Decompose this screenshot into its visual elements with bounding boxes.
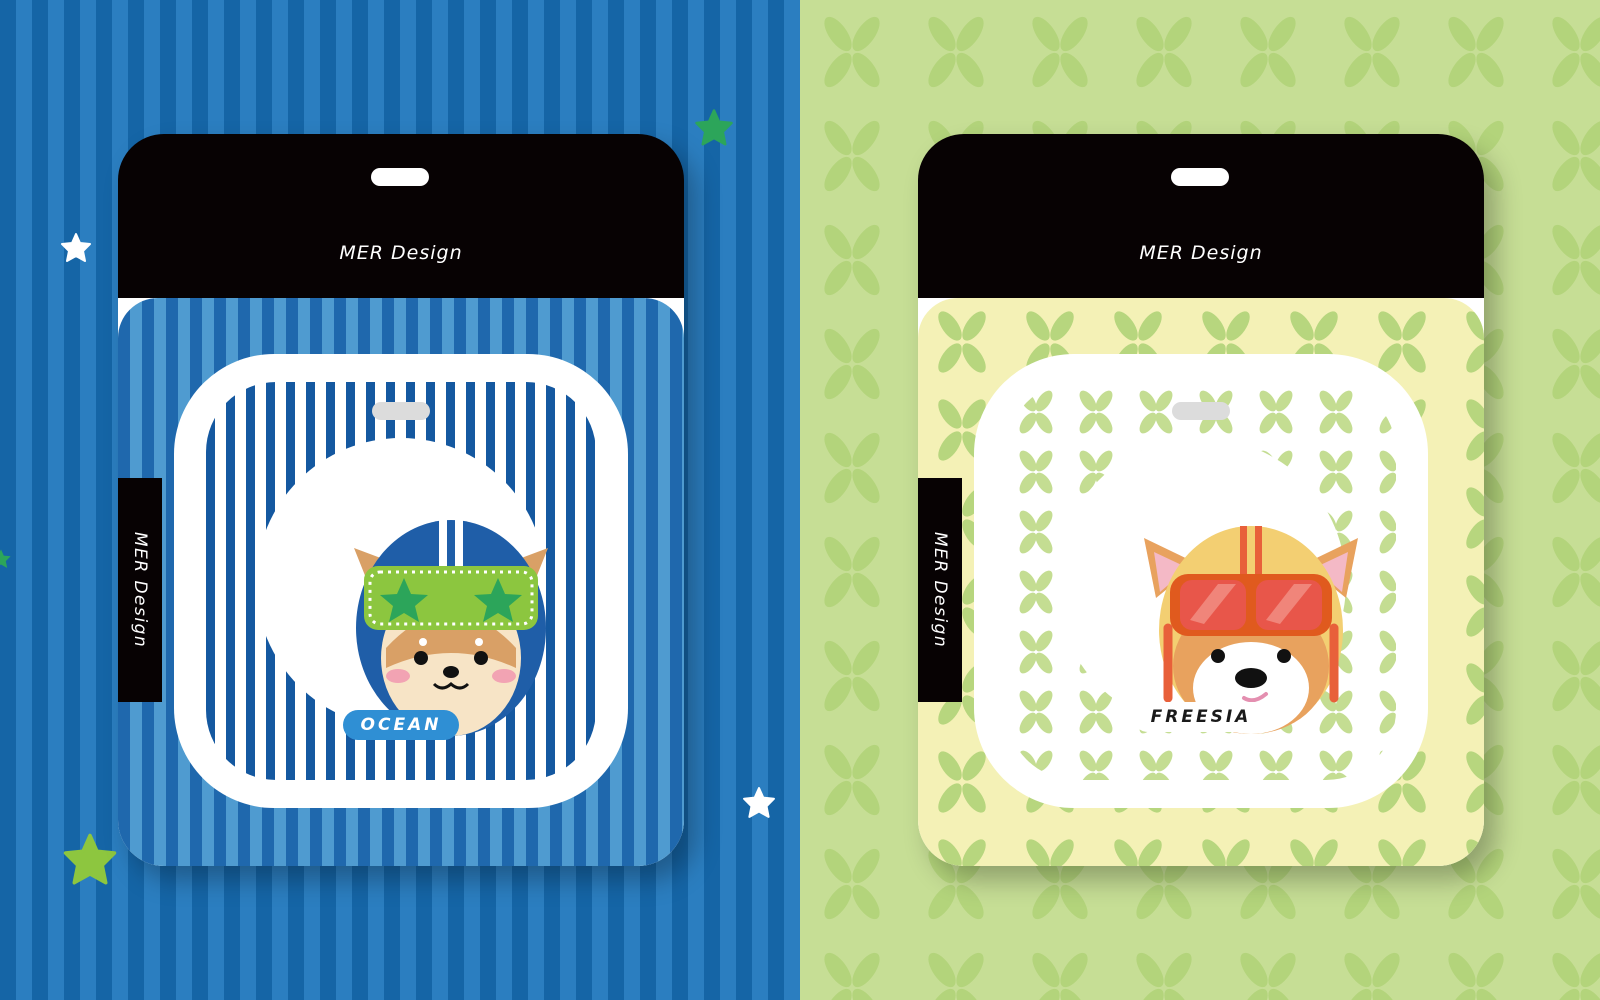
green-star-icon (0, 549, 11, 568)
mini-badge: OCEAN (206, 382, 596, 780)
portrait-circle (1056, 438, 1358, 734)
portrait-circle (256, 438, 548, 736)
lanyard-slot (1171, 168, 1229, 186)
white-star-icon (743, 787, 775, 818)
side-brand-tab: MER Design (918, 478, 962, 702)
name-tag: OCEAN (342, 710, 460, 740)
brand-label: MER Design (1139, 242, 1263, 264)
mini-lanyard-slot (1172, 402, 1230, 420)
badge-header: MER Design (118, 134, 684, 298)
lime-star-icon (63, 833, 117, 885)
brand-label: MER Design (339, 242, 463, 264)
lanyard-slot (371, 168, 429, 186)
id-badge-freesia: MER Design MER Design FREESIA (918, 134, 1484, 866)
mini-lanyard-slot (372, 402, 430, 420)
mini-badge: FREESIA (1006, 382, 1396, 780)
side-brand-label: MER Design (930, 531, 950, 649)
mini-badge-frame: OCEAN (174, 354, 628, 808)
badge-header: MER Design (918, 134, 1484, 298)
id-badge-ocean: MER Design MER Design OCEAN (118, 134, 684, 866)
side-brand-label: MER Design (130, 531, 150, 649)
mini-badge-frame: FREESIA (974, 354, 1428, 808)
green-star-icon (695, 109, 733, 146)
name-tag: FREESIA (1132, 702, 1270, 732)
white-star-icon (61, 233, 91, 262)
side-brand-tab: MER Design (118, 478, 162, 702)
